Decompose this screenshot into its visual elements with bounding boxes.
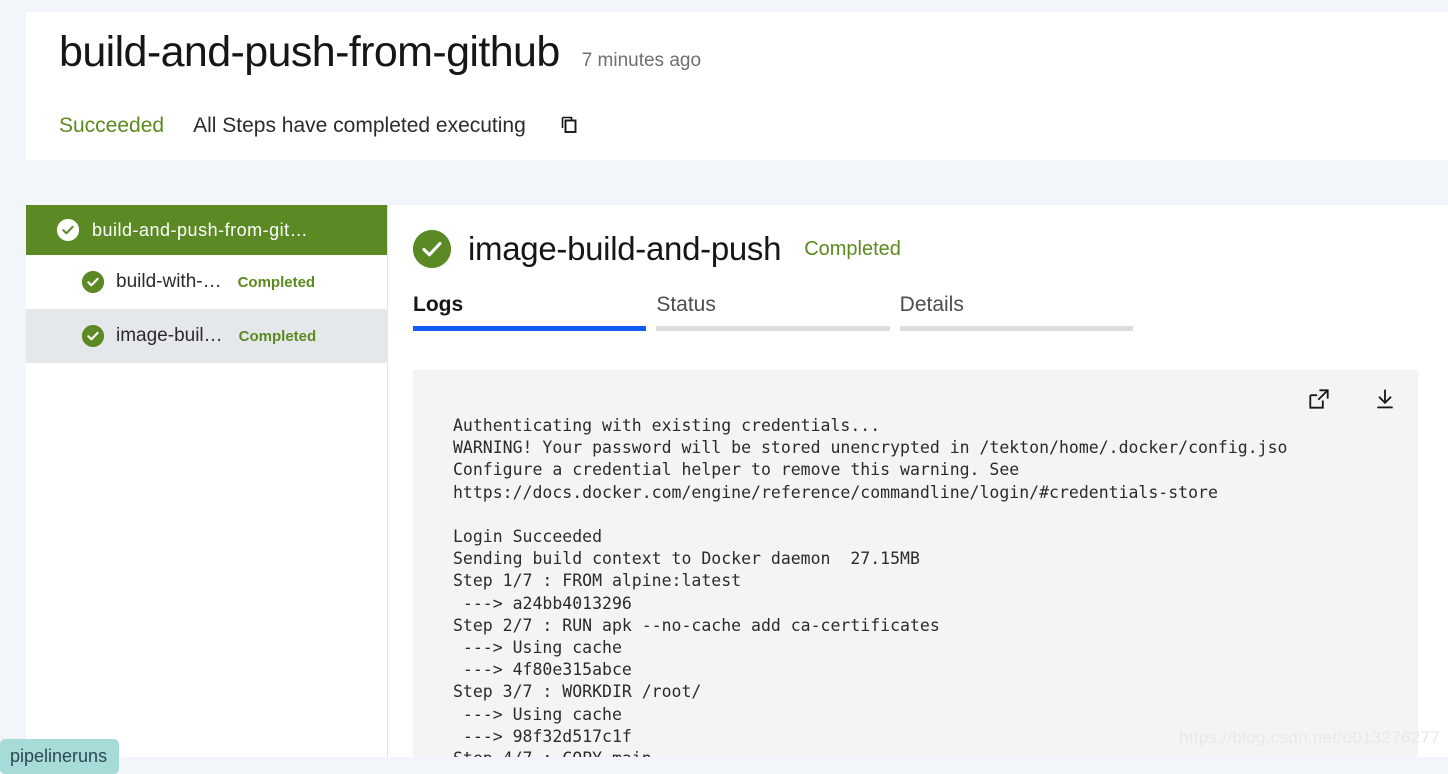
launch-external-icon[interactable] (1306, 386, 1332, 412)
log-panel[interactable]: Authenticating with existing credentials… (413, 370, 1418, 757)
sidebar-task-label: build-and-push-from-git… (92, 219, 309, 240)
log-action-buttons (1306, 386, 1398, 412)
taskrun-body: build-and-push-from-git… build-with-… Co… (26, 205, 1448, 757)
step-detail-pane: image-build-and-push Completed Logs Stat… (388, 205, 1448, 757)
title-row: build-and-push-from-github 7 minutes ago (59, 24, 701, 80)
sidebar-step-label: build-with-… (116, 271, 222, 292)
status-row: Succeeded All Steps have completed execu… (59, 112, 583, 140)
tab-details[interactable]: Details (899, 293, 1143, 331)
step-detail-header: image-build-and-push Completed (413, 205, 1448, 268)
pipeline-run-header-card: build-and-push-from-github 7 minutes ago… (26, 12, 1448, 160)
status-message: All Steps have completed executing (193, 114, 526, 137)
run-timestamp: 7 minutes ago (581, 50, 702, 71)
check-circle-icon (82, 325, 104, 347)
tab-status-underline (656, 326, 890, 331)
sidebar-item-step-image-build[interactable]: image-buil… Completed (26, 309, 387, 363)
step-detail-tabs: Logs Status Details (413, 293, 1143, 331)
tab-status[interactable]: Status (656, 293, 899, 331)
status-badge: Succeeded (59, 114, 165, 137)
taskrun-sidebar: build-and-push-from-git… build-with-… Co… (26, 205, 388, 757)
tab-details-label: Details (899, 293, 964, 316)
step-title: image-build-and-push (468, 230, 782, 267)
sidebar-step-label: image-buil… (116, 325, 223, 346)
sidebar-step-status: Completed (238, 327, 317, 345)
tab-logs[interactable]: Logs (413, 293, 656, 331)
tab-details-underline (899, 326, 1133, 331)
check-circle-icon (57, 219, 79, 241)
download-icon[interactable] (1372, 386, 1398, 412)
page-title: build-and-push-from-github (59, 28, 560, 76)
tab-logs-underline (413, 326, 647, 331)
sidebar-item-step-build-with[interactable]: build-with-… Completed (26, 255, 387, 309)
check-circle-icon (413, 230, 451, 268)
step-status: Completed (804, 237, 901, 260)
sidebar-item-task-build-and-push-from-github[interactable]: build-and-push-from-git… (26, 205, 387, 255)
copy-icon[interactable] (555, 112, 583, 140)
sidebar-step-status: Completed (237, 273, 316, 291)
tab-status-label: Status (656, 293, 716, 316)
log-output: Authenticating with existing credentials… (453, 416, 1288, 757)
tab-logs-label: Logs (413, 293, 464, 316)
check-circle-icon (82, 271, 104, 293)
